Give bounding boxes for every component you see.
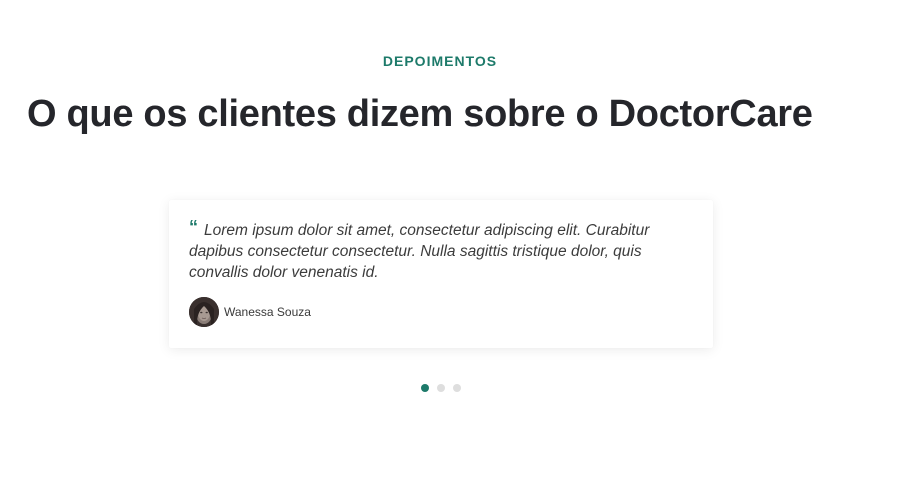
testimonials-section: DEPOIMENTOS O que os clientes dizem sobr… (0, 0, 910, 478)
testimonial-author: Wanessa Souza (189, 297, 311, 327)
author-name: Wanessa Souza (224, 305, 311, 319)
avatar (189, 297, 219, 327)
testimonial-quote: “Lorem ipsum dolor sit amet, consectetur… (189, 217, 699, 283)
carousel-dot-2[interactable] (437, 384, 445, 392)
carousel-dot-3[interactable] (453, 384, 461, 392)
section-title: O que os clientes dizem sobre o DoctorCa… (27, 93, 813, 135)
section-eyebrow: DEPOIMENTOS (382, 53, 498, 69)
carousel-pagination (421, 384, 461, 392)
testimonial-card: “Lorem ipsum dolor sit amet, consectetur… (169, 200, 713, 348)
carousel-dot-1[interactable] (421, 384, 429, 392)
testimonial-text: Lorem ipsum dolor sit amet, consectetur … (189, 222, 650, 281)
avatar-image (189, 297, 219, 327)
quote-icon: “ (189, 217, 198, 237)
